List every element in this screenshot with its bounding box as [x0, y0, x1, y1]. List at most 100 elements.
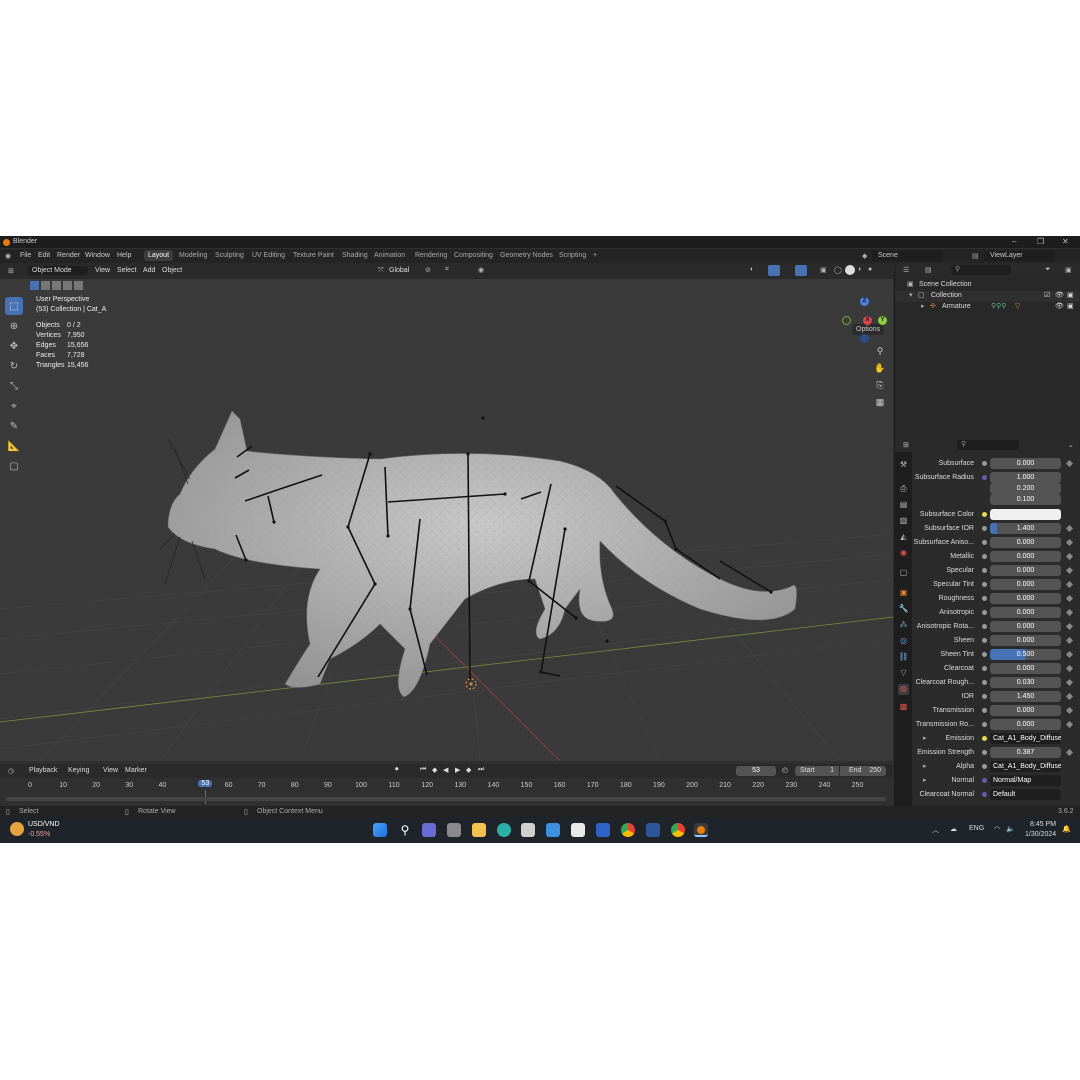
data-tab-icon[interactable]: ▽: [898, 668, 909, 679]
pivot-icon[interactable]: ⊘: [425, 266, 431, 274]
prop-link-field[interactable]: Cat_A1_Body_Diffuse...: [990, 761, 1061, 772]
timeline-editor-icon[interactable]: ◷: [8, 767, 14, 775]
end-frame-field[interactable]: End 250: [840, 766, 886, 776]
tab-sculpting[interactable]: Sculpting: [212, 252, 247, 259]
select-intersect-icon[interactable]: [74, 281, 83, 290]
select-extend-icon[interactable]: [41, 281, 50, 290]
menu-add[interactable]: Add: [143, 267, 155, 274]
wifi-icon[interactable]: ◠: [994, 825, 1000, 833]
physics-tab-icon[interactable]: ◎: [898, 636, 909, 647]
prop-row[interactable]: Clearcoat 0.000: [913, 662, 1080, 676]
keyframe-icon[interactable]: [1065, 636, 1074, 645]
move-icon[interactable]: ✥: [5, 337, 23, 355]
keyframe-icon[interactable]: [1065, 622, 1074, 631]
prop-row[interactable]: Sheen Tint 0.500: [913, 648, 1080, 662]
menu-playback[interactable]: Playback: [29, 767, 57, 774]
keyframe-icon[interactable]: [1065, 459, 1074, 468]
app-icon[interactable]: [596, 823, 610, 837]
blender-menu-icon[interactable]: ◉: [5, 252, 11, 260]
expand-arrow-icon[interactable]: ▸: [923, 776, 927, 784]
prop-link-field[interactable]: Cat_A1_Body_Diffuse: [990, 733, 1061, 744]
menu-edit[interactable]: Edit: [38, 252, 50, 259]
tab-geometry-nodes[interactable]: Geometry Nodes: [497, 252, 556, 259]
prop-row[interactable]: Metallic 0.000: [913, 550, 1080, 564]
menu-render[interactable]: Render: [57, 252, 80, 259]
play-reverse-icon[interactable]: ◀: [443, 766, 448, 774]
material-shading-icon[interactable]: ◑: [857, 266, 861, 273]
grid-perspective-icon[interactable]: ▦: [873, 397, 887, 411]
transform-icon[interactable]: ⌖: [5, 397, 23, 415]
add-cube-icon[interactable]: ▢: [5, 457, 23, 475]
stock-widget-icon[interactable]: [10, 822, 24, 836]
gizmo-toggle-icon[interactable]: [768, 265, 780, 276]
clock-icon[interactable]: ◴: [782, 766, 788, 774]
prop-row[interactable]: Subsurface Color: [913, 508, 1080, 522]
menu-file[interactable]: File: [20, 252, 31, 259]
menu-marker[interactable]: Marker: [125, 767, 147, 774]
prop-field[interactable]: 1.450: [990, 691, 1061, 702]
record-icon[interactable]: ⏺: [395, 766, 399, 774]
timeline-scrollbar[interactable]: [6, 797, 886, 801]
prop-row[interactable]: Transmission Ro... 0.000: [913, 718, 1080, 732]
play-icon[interactable]: ▶: [455, 766, 460, 774]
start-frame-field[interactable]: Start 1: [795, 766, 839, 776]
display-mode-icon[interactable]: ▤: [925, 266, 932, 274]
maximize-icon[interactable]: ❐: [1037, 237, 1044, 246]
tab-uv-editing[interactable]: UV Editing: [249, 252, 288, 259]
volume-icon[interactable]: 🔈: [1006, 825, 1015, 833]
tab-modeling[interactable]: Modeling: [176, 252, 210, 259]
xray-icon[interactable]: ▣: [820, 266, 827, 274]
cloud-icon[interactable]: ☁: [950, 825, 957, 833]
expand-arrow-icon[interactable]: ▸: [923, 734, 927, 742]
viewport-canvas[interactable]: [0, 279, 893, 761]
prop-row[interactable]: Transmission 0.000: [913, 704, 1080, 718]
select-subtract-icon[interactable]: [52, 281, 61, 290]
outliner-row-collection[interactable]: ▾ ▢ Collection ☑ 👁 ▣: [895, 291, 1080, 302]
select-box-icon[interactable]: ⬚: [5, 297, 23, 315]
clock-date[interactable]: 1/30/2024: [1025, 831, 1056, 838]
render-camera-icon[interactable]: ▣: [1067, 302, 1074, 310]
world-tab-icon[interactable]: ◉: [898, 548, 909, 559]
keyframe-icon[interactable]: [1065, 594, 1074, 603]
language-indicator[interactable]: ENG: [969, 825, 984, 832]
new-collection-icon[interactable]: ▣: [1065, 266, 1072, 274]
output-tab-icon[interactable]: ▤: [898, 500, 909, 511]
material-tab-icon[interactable]: ◍: [898, 684, 909, 695]
keyframe-icon[interactable]: [1065, 524, 1074, 533]
clock-time[interactable]: 8:45 PM: [1030, 821, 1056, 828]
blender-taskbar-icon[interactable]: [694, 823, 708, 837]
prop-field[interactable]: 0.000: [990, 635, 1061, 646]
word-icon[interactable]: [646, 823, 660, 837]
menu-keying[interactable]: Keying: [68, 767, 89, 774]
copilot-icon[interactable]: [422, 823, 436, 837]
jump-end-icon[interactable]: ⏭: [478, 766, 484, 774]
prop-row[interactable]: Specular 0.000: [913, 564, 1080, 578]
prop-field[interactable]: 0.000: [990, 579, 1061, 590]
tab-scripting[interactable]: Scripting: [556, 252, 589, 259]
menu-window[interactable]: Window: [85, 252, 110, 259]
keyframe-icon[interactable]: [1065, 566, 1074, 575]
color-swatch[interactable]: [990, 509, 1061, 520]
prop-row[interactable]: ▸ Normal Normal/Map: [913, 774, 1080, 788]
prop-row[interactable]: Roughness 0.000: [913, 592, 1080, 606]
prop-row[interactable]: ▸ Emission Cat_A1_Body_Diffuse: [913, 732, 1080, 746]
scene-tab-icon[interactable]: ◭: [898, 532, 909, 543]
wireframe-shading-icon[interactable]: ◯: [834, 266, 842, 274]
mode-dropdown[interactable]: Object Mode: [28, 266, 88, 275]
keyframe-icon[interactable]: [1065, 664, 1074, 673]
prop-row[interactable]: Emission Strength 0.387: [913, 746, 1080, 760]
gizmo-neg-z-icon[interactable]: [860, 334, 869, 343]
office-icon[interactable]: [571, 823, 585, 837]
overlay-toggle-icon[interactable]: [795, 265, 807, 276]
prop-link-field[interactable]: Default: [990, 789, 1061, 800]
menu-view[interactable]: View: [95, 267, 110, 274]
prop-row[interactable]: Anisotropic 0.000: [913, 606, 1080, 620]
prop-row[interactable]: 0.100: [913, 493, 1080, 507]
tab-layout[interactable]: Layout: [144, 250, 174, 261]
timeline[interactable]: 0102030405060708090100110120130140150160…: [0, 778, 893, 806]
keyframe-icon[interactable]: [1065, 580, 1074, 589]
menu-help[interactable]: Help: [117, 252, 131, 259]
zoom-icon[interactable]: ⚲: [873, 346, 887, 360]
chevron-up-icon[interactable]: ︿: [932, 825, 939, 835]
expand-arrow-icon[interactable]: ▸: [923, 762, 927, 770]
